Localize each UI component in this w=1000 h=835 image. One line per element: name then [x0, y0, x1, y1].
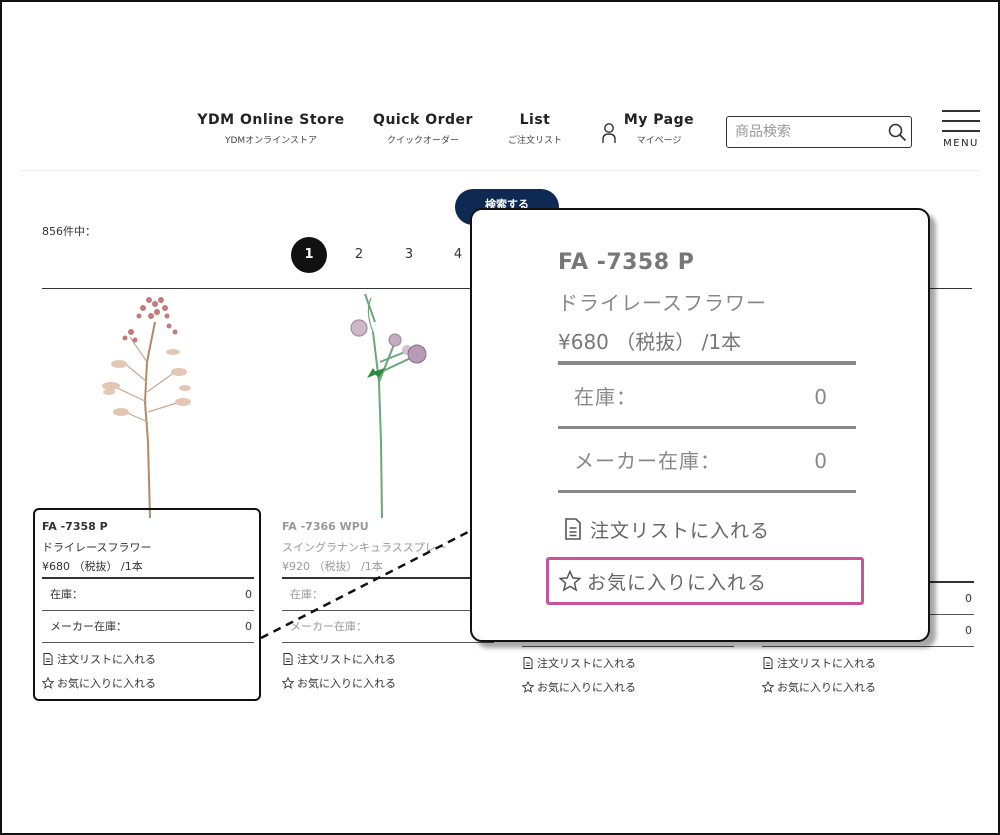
- add-to-favorites-label: お気に入りに入れる: [297, 677, 396, 690]
- add-to-order-list-button[interactable]: 注文リストに入れる: [282, 651, 494, 667]
- star-icon: [522, 681, 534, 693]
- add-to-order-list-button[interactable]: 注文リストに入れる: [762, 655, 974, 671]
- add-to-favorites-label: お気に入りに入れる: [777, 681, 876, 694]
- nav-list[interactable]: List ご注文リスト: [500, 112, 570, 146]
- add-to-order-list-label: 注文リストに入れる: [297, 653, 396, 666]
- page-1[interactable]: 1: [291, 237, 327, 273]
- callout-add-to-favorites-label: お気に入りに入れる: [587, 571, 768, 594]
- callout-add-to-order-list-label: 注文リストに入れる: [590, 519, 771, 542]
- star-icon: [762, 681, 774, 693]
- callout-product-name: ドライレースフラワー: [558, 291, 767, 315]
- callout-stock-value: 0: [814, 385, 828, 409]
- product-name[interactable]: スイングラナンキュラススプレー: [282, 539, 494, 555]
- nav-my-page[interactable]: My Page マイページ: [600, 112, 696, 146]
- callout-maker-stock-label: メーカー在庫：: [574, 449, 721, 473]
- stock-label: 在庫：: [290, 588, 323, 601]
- search-input[interactable]: [735, 118, 885, 146]
- document-icon: [763, 657, 773, 669]
- add-to-order-list-label: 注文リストに入れる: [537, 657, 636, 670]
- product-card-3: 注文リストに入れる お気に入りに入れる: [522, 646, 734, 695]
- stock-value: 0: [965, 592, 972, 605]
- add-to-favorites-button[interactable]: お気に入りに入れる: [282, 675, 494, 691]
- menu-label: MENU: [943, 138, 979, 149]
- nav-list-sublabel: ご注文リスト: [507, 136, 562, 146]
- menu-button[interactable]: MENU: [940, 110, 982, 150]
- add-to-order-list-label: 注文リストに入れる: [777, 657, 876, 670]
- stock-row: 在庫： 152: [282, 579, 494, 611]
- hamburger-icon: [942, 110, 980, 112]
- star-icon: [559, 570, 581, 592]
- highlight-box: [33, 508, 261, 701]
- nav-my-page-label: My Page: [623, 112, 695, 128]
- product-code[interactable]: FA -7366 WPU: [282, 520, 494, 533]
- zoom-callout: FA -7358 P ドライレースフラワー ¥680 （税抜） /1本 在庫： …: [470, 208, 930, 642]
- user-icon: [602, 123, 616, 143]
- product-divider: [522, 646, 734, 647]
- page-2[interactable]: 2: [341, 237, 377, 273]
- callout-maker-stock-value: 0: [814, 449, 828, 473]
- hamburger-icon-bar: [942, 120, 980, 122]
- product-card-fa-7366: FA -7366 WPU スイングラナンキュラススプレー ¥920 （税抜） /…: [282, 520, 494, 691]
- add-to-favorites-button[interactable]: お気に入りに入れる: [762, 679, 974, 695]
- nav-online-store-sublabel: YDMオンラインストア: [224, 136, 317, 146]
- add-to-favorites-label: お気に入りに入れる: [537, 681, 636, 694]
- document-icon: [523, 657, 533, 669]
- nav-list-label: List: [519, 112, 551, 128]
- maker-stock-label: メーカー在庫：: [290, 620, 367, 633]
- star-icon: [282, 677, 294, 689]
- nav-my-page-sublabel: マイページ: [636, 136, 682, 146]
- hamburger-icon-bar: [942, 130, 980, 132]
- maker-stock-row: メーカー在庫： 0: [282, 611, 494, 643]
- callout-product-price: ¥680 （税抜） /1本: [558, 330, 742, 354]
- product-image-ranunculus[interactable]: [335, 292, 435, 520]
- nav-online-store-label: YDM Online Store: [197, 112, 345, 128]
- nav-quick-order[interactable]: Quick Order クイックオーダー: [370, 112, 476, 146]
- nav-quick-order-sublabel: クイックオーダー: [386, 136, 459, 146]
- nav-online-store[interactable]: YDM Online Store YDMオンラインストア: [196, 112, 346, 146]
- page-3[interactable]: 3: [391, 237, 427, 273]
- product-price: ¥920 （税抜） /1本: [282, 560, 383, 573]
- maker-stock-value: 0: [965, 624, 972, 637]
- callout-product-code: FA -7358 P: [558, 250, 695, 275]
- header-divider: [20, 170, 980, 171]
- callout-add-to-favorites-button[interactable]: お気に入りに入れる: [546, 557, 864, 605]
- callout-stock-row: 在庫： 0: [558, 365, 856, 429]
- callout-maker-stock-row: メーカー在庫： 0: [558, 429, 856, 493]
- search-box: [726, 116, 912, 148]
- callout-stock-label: 在庫：: [574, 385, 637, 409]
- product-image-lace-flower[interactable]: [95, 292, 205, 520]
- document-icon: [283, 653, 293, 665]
- search-icon[interactable]: [887, 122, 907, 142]
- result-count: 856件中：: [42, 225, 96, 238]
- add-to-favorites-button[interactable]: お気に入りに入れる: [522, 679, 734, 695]
- add-to-order-list-button[interactable]: 注文リストに入れる: [522, 655, 734, 671]
- document-icon: [565, 518, 581, 540]
- callout-product-detail: FA -7358 P ドライレースフラワー ¥680 （税抜） /1本 在庫： …: [558, 250, 856, 551]
- nav-quick-order-label: Quick Order: [373, 112, 473, 128]
- callout-add-to-order-list-button[interactable]: 注文リストに入れる: [558, 507, 856, 551]
